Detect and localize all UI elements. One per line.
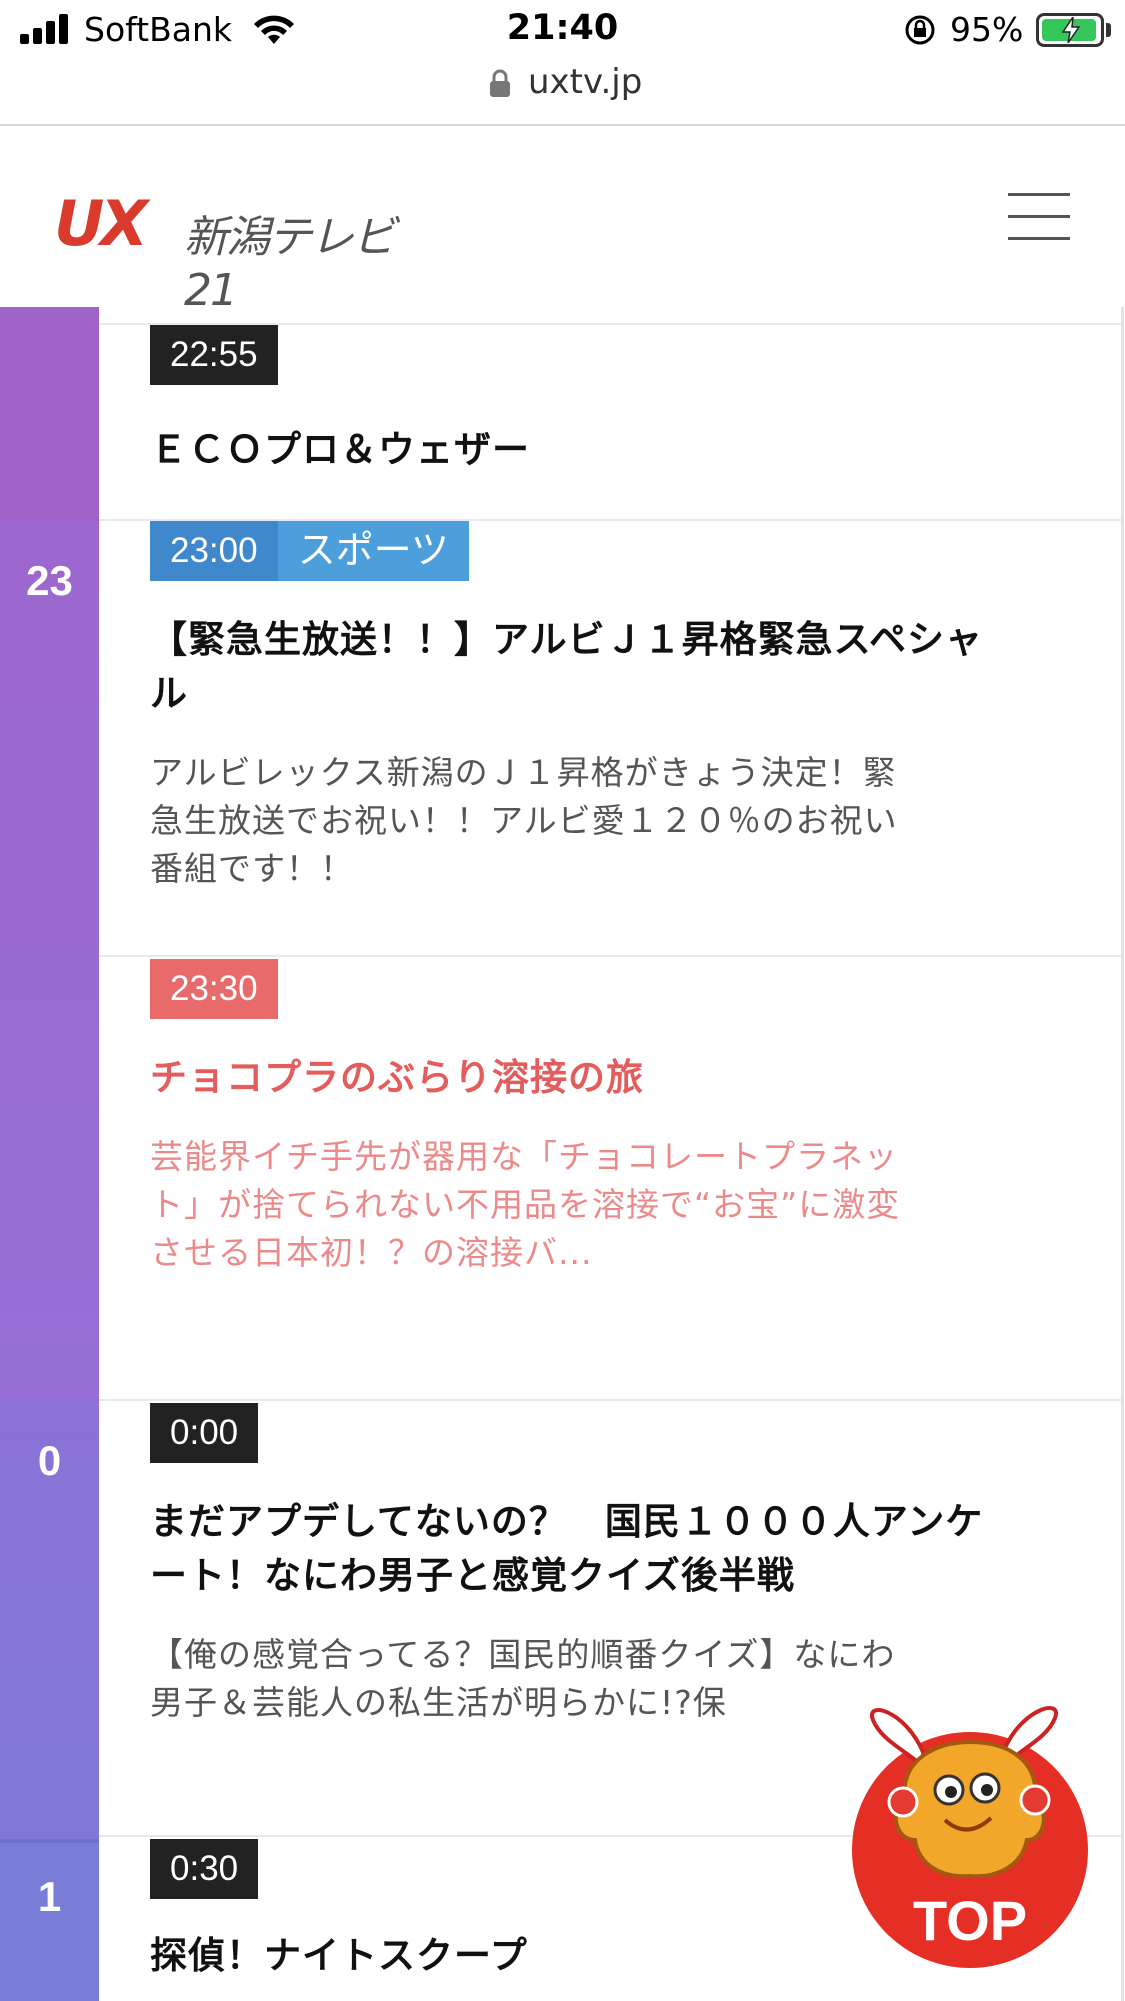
program-description: 【俺の感覚合ってる？国民的順番クイズ】なにわ男子＆芸能人の私生活が明らかに!?保 <box>150 1635 896 1722</box>
program-title[interactable]: ＥＣＯプロ＆ウェザー <box>150 423 990 477</box>
rotation-lock-icon <box>905 15 935 45</box>
genre-badge: スポーツ <box>277 521 469 581</box>
program-item[interactable]: 0:00 まだアプデしてないの？ 国民１０００人アンケート！なにわ男子と感覚クイ… <box>150 1403 990 1727</box>
lock-icon <box>490 69 510 97</box>
hour-label: 0 <box>37 1437 62 1484</box>
status-bar: SoftBank 21:40 95% <box>0 0 1125 62</box>
menu-icon[interactable] <box>1008 193 1070 241</box>
program-description: アルビレックス新潟のＪ１昇格がきょう決定！緊急生放送でお祝い！！アルビ愛１２０％… <box>150 753 898 888</box>
program-title[interactable]: チョコプラのぶらり溶接の旅 <box>150 1051 990 1105</box>
battery-icon <box>1036 13 1104 47</box>
program-description: 芸能界イチ手先が器用な「チョコレートプラネット」が捨てられない不用品を溶接で“お… <box>150 1137 901 1272</box>
program-time: 22:55 <box>150 325 278 385</box>
program-title[interactable]: 【緊急生放送！！】アルビＪ１昇格緊急スペシャル <box>150 613 990 721</box>
mascot-icon: TOP <box>852 1706 1088 1968</box>
program-time: 0:00 <box>150 1403 259 1463</box>
divider <box>99 955 1123 957</box>
hour-separator <box>0 1839 99 1843</box>
program-item[interactable]: 23:00 スポーツ 【緊急生放送！！】アルビＪ１昇格緊急スペシャル アルビレッ… <box>150 521 990 893</box>
battery-percent: 95% <box>950 10 1024 49</box>
schedule-border <box>1121 307 1124 2001</box>
divider <box>99 1399 1123 1401</box>
program-title[interactable]: まだアプデしてないの？ 国民１０００人アンケート！なにわ男子と感覚クイズ後半戦 <box>150 1495 990 1603</box>
program-time: 23:30 <box>150 959 278 1019</box>
hour-column-22 <box>0 307 99 521</box>
program-item[interactable]: 22:55 ＥＣＯプロ＆ウェザー <box>150 325 990 477</box>
hour-column-0: 0 <box>0 1401 99 1841</box>
program-item-onair[interactable]: 23:30 チョコプラのぶらり溶接の旅 芸能界イチ手先が器用な「チョコレートプラ… <box>150 959 990 1277</box>
url-text: uxtv.jp <box>528 62 643 102</box>
logo-mark: UX <box>54 187 148 260</box>
site-logo[interactable]: UX 新潟テレビ21 <box>54 187 396 316</box>
top-label: TOP <box>913 1889 1027 1952</box>
site-header: UX 新潟テレビ21 <box>0 127 1125 316</box>
hour-column-23: 23 <box>0 521 99 1401</box>
hour-column-1: 1 <box>0 1843 99 2001</box>
address-bar[interactable]: uxtv.jp <box>0 60 1125 126</box>
hour-label: 1 <box>37 1873 62 1920</box>
logo-name: 新潟テレビ21 <box>184 212 396 316</box>
program-time: 0:30 <box>150 1839 259 1899</box>
program-time: 23:00 <box>150 521 278 581</box>
hour-label: 23 <box>26 557 73 604</box>
battery-tip <box>1106 23 1111 37</box>
back-to-top-button[interactable]: TOP <box>845 1690 1095 1970</box>
